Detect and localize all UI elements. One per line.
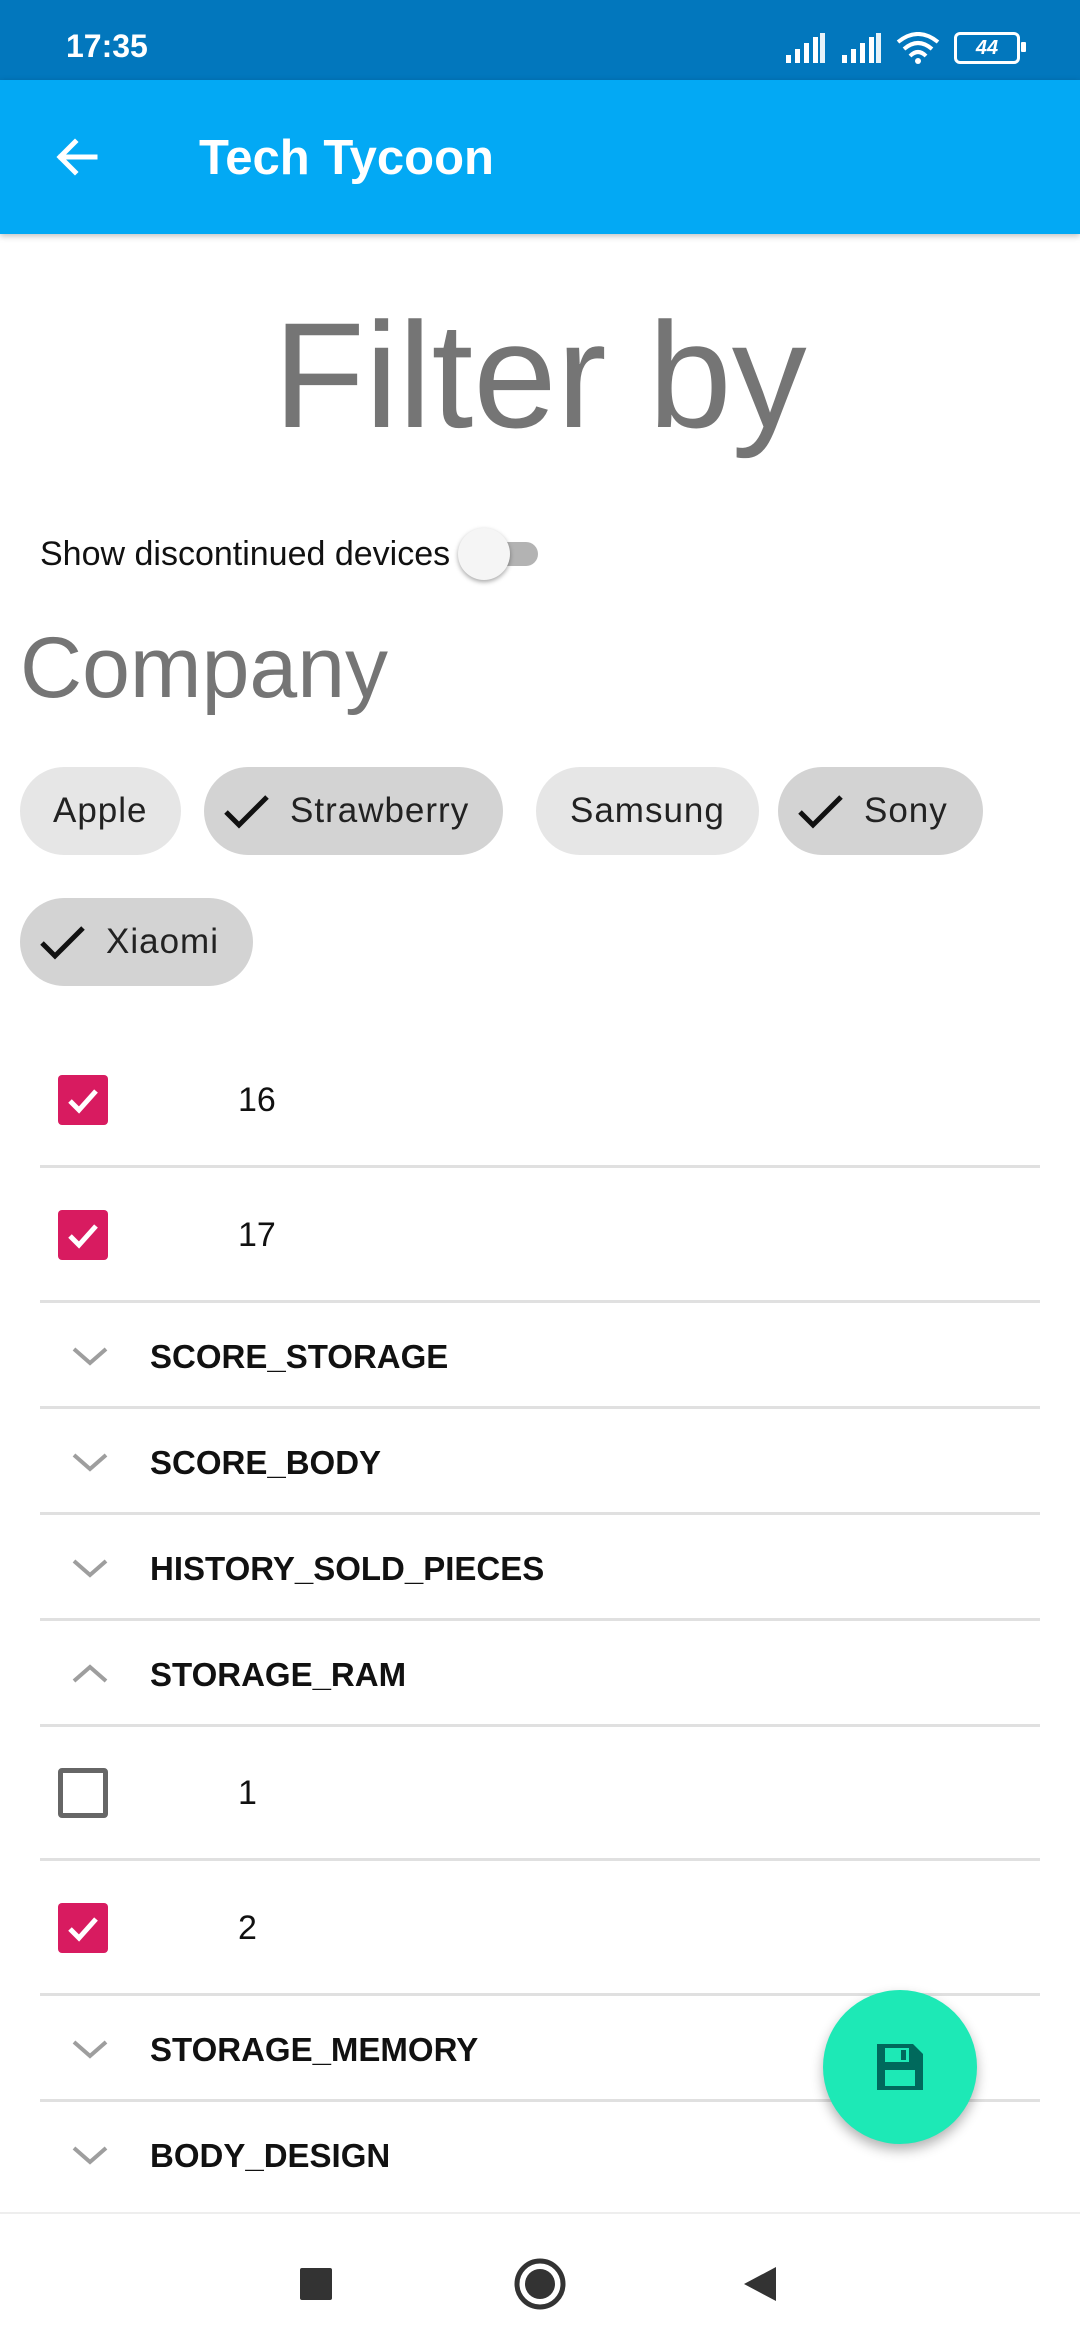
chip-strawberry[interactable]: Strawberry [204,767,504,855]
nav-back-button[interactable] [720,2244,800,2324]
checkbox-checked[interactable] [58,1210,108,1260]
check-icon [794,785,846,837]
chip-label: Apple [53,791,148,830]
chip-apple[interactable]: Apple [20,767,181,855]
system-nav-bar [0,2212,1080,2342]
app-title: Tech Tycoon [199,131,494,185]
filter-title: Filter by [273,291,807,459]
chevron-up-icon [72,1664,108,1683]
section-label: BODY_DESIGN [150,2137,391,2174]
checkbox-unchecked[interactable] [58,1768,108,1818]
chip-xiaomi[interactable]: Xiaomi [20,898,253,986]
company-heading: Company [20,620,389,716]
save-fab-button[interactable] [823,1990,977,2144]
divider [40,1858,1040,1861]
wifi-icon [896,32,940,64]
checkbox-checked[interactable] [58,1903,108,1953]
signal-icon [786,33,825,63]
show-discontinued-row: Show discontinued devices [40,528,548,580]
section-label: SCORE_BODY [150,1444,382,1481]
chevron-down-icon [72,1347,108,1366]
chip-label: Strawberry [290,791,470,830]
signal-icon [842,33,881,63]
section-label: STORAGE_RAM [150,1656,407,1693]
triangle-back-icon [744,2267,776,2301]
back-button[interactable] [40,120,114,194]
status-time: 17:35 [66,28,148,64]
option-label: 16 [238,1081,276,1119]
app-bar: Tech Tycoon [0,80,1080,234]
recents-button[interactable] [276,2244,356,2324]
check-icon [68,1224,98,1249]
check-icon [68,1089,98,1114]
chevron-down-icon [72,1453,108,1472]
chip-sony[interactable]: Sony [778,767,983,855]
divider [40,1512,1040,1515]
section-label: HISTORY_SOLD_PIECES [150,1550,545,1587]
chip-label: Sony [864,791,948,830]
chip-label: Samsung [570,791,725,830]
home-button[interactable] [500,2244,580,2324]
save-icon [877,2044,923,2090]
chip-samsung[interactable]: Samsung [536,767,759,855]
check-icon [36,916,88,968]
checkbox-checked[interactable] [58,1075,108,1125]
show-discontinued-label: Show discontinued devices [40,534,451,573]
divider [40,1618,1040,1621]
chip-label: Xiaomi [106,922,219,961]
switch-thumb [458,528,511,580]
arrow-back-icon [56,138,98,176]
check-icon [220,785,272,837]
show-discontinued-switch[interactable] [458,528,548,580]
divider [40,1300,1040,1303]
battery-icon: 44 [954,32,1026,64]
square-icon [300,2268,332,2300]
chevron-down-icon [72,2040,108,2059]
divider [40,1406,1040,1409]
option-label: 17 [238,1216,276,1254]
section-label: SCORE_STORAGE [150,1338,449,1375]
status-bar: 17:35 44 [0,0,1080,80]
chevron-down-icon [72,1559,108,1578]
option-label: 1 [238,1774,257,1812]
divider [40,1724,1040,1727]
battery-level: 44 [975,36,999,59]
divider [40,1165,1040,1168]
check-icon [68,1917,98,1942]
home-circle-icon [514,2258,566,2310]
status-icons: 44 [784,28,1026,68]
section-label: STORAGE_MEMORY [150,2031,479,2068]
chevron-down-icon [72,2146,108,2165]
option-label: 2 [238,1909,257,1947]
